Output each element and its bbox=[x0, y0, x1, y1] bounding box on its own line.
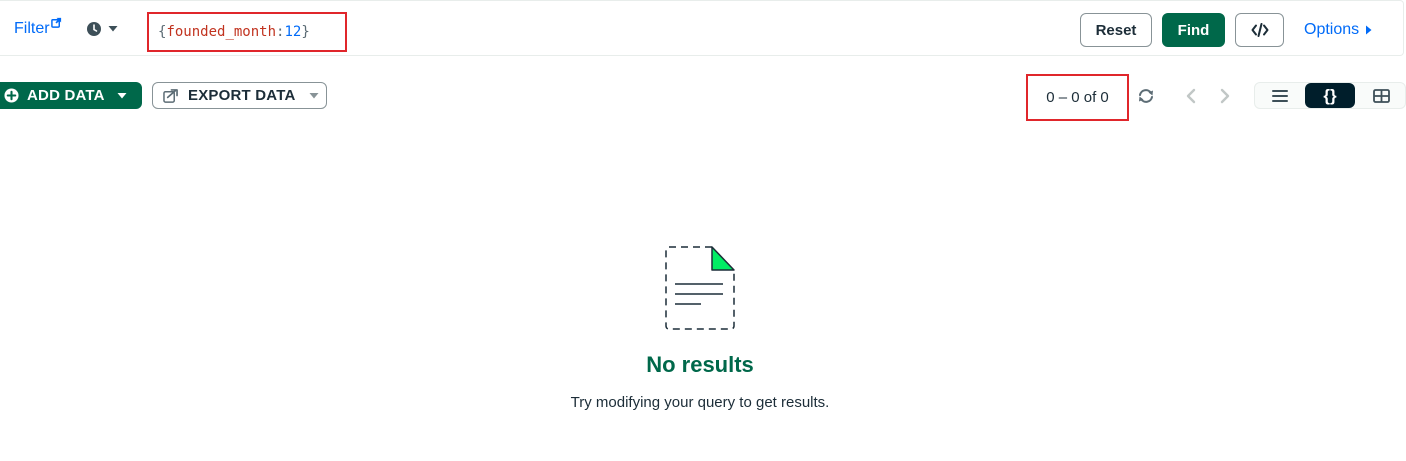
caret-down-icon bbox=[108, 26, 118, 32]
caret-down-icon bbox=[117, 92, 127, 98]
query-close-brace: } bbox=[301, 24, 310, 40]
options-toggle[interactable]: Options bbox=[1304, 21, 1372, 39]
empty-state-title: No results bbox=[646, 352, 754, 377]
filter-label: Filter bbox=[14, 20, 50, 37]
query-open-brace: { bbox=[158, 24, 167, 40]
add-data-button[interactable]: ADD DATA bbox=[0, 82, 142, 109]
query-value: 12 bbox=[284, 24, 302, 40]
caret-down-icon bbox=[309, 92, 319, 98]
query-colon: : bbox=[276, 24, 285, 40]
empty-document-icon bbox=[665, 246, 735, 330]
json-view-button[interactable]: {} bbox=[1305, 83, 1355, 108]
view-toggle-group: {} bbox=[1254, 82, 1406, 109]
empty-state-subtitle: Try modifying your query to get results. bbox=[570, 394, 830, 411]
chevron-left-icon bbox=[1186, 88, 1196, 104]
refresh-button[interactable] bbox=[1134, 84, 1158, 108]
caret-right-icon bbox=[1366, 25, 1372, 35]
query-key: founded_month bbox=[166, 24, 277, 40]
export-data-button[interactable]: EXPORT DATA bbox=[152, 82, 327, 109]
next-page-button[interactable] bbox=[1214, 84, 1236, 108]
filter-docs-link[interactable]: Filter bbox=[14, 17, 62, 38]
find-button[interactable]: Find bbox=[1162, 13, 1225, 47]
query-input[interactable]: {founded_month:12} bbox=[147, 12, 347, 52]
chevron-right-icon bbox=[1220, 88, 1230, 104]
code-icon bbox=[1251, 23, 1268, 37]
refresh-icon bbox=[1139, 89, 1153, 103]
export-data-label: EXPORT DATA bbox=[188, 87, 296, 104]
add-data-label: ADD DATA bbox=[27, 87, 105, 104]
table-icon bbox=[1372, 88, 1390, 103]
plus-circle-icon bbox=[4, 88, 19, 103]
reset-button[interactable]: Reset bbox=[1080, 13, 1152, 47]
list-icon bbox=[1272, 89, 1288, 102]
query-history-button[interactable] bbox=[86, 21, 118, 37]
export-code-button[interactable] bbox=[1235, 13, 1284, 47]
filter-bar: Filter {founded_month:12} Reset Find Opt… bbox=[0, 0, 1404, 56]
previous-page-button[interactable] bbox=[1180, 84, 1202, 108]
pagination-summary: 0 – 0 of 0 bbox=[1026, 74, 1129, 121]
curly-braces-icon: {} bbox=[1323, 85, 1337, 105]
list-view-button[interactable] bbox=[1255, 83, 1305, 108]
table-view-button[interactable] bbox=[1356, 83, 1406, 108]
external-link-icon bbox=[50, 17, 61, 28]
options-label: Options bbox=[1304, 21, 1360, 38]
export-icon bbox=[163, 88, 178, 103]
clock-icon bbox=[87, 22, 101, 36]
